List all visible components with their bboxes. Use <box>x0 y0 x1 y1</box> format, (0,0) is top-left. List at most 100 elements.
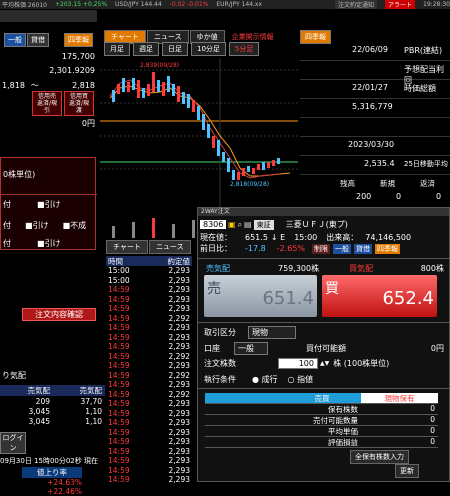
ticker-item: 平均株価 26010 <box>2 2 47 9</box>
col-header: 返済 <box>420 179 435 188</box>
range-high: 2,818 <box>72 81 95 90</box>
tick-row: 14:59 2,293 <box>106 361 192 371</box>
tick-time: 14:59 <box>108 294 130 304</box>
credit-buy-button[interactable]: 信用買 返済/現渡 <box>64 91 94 116</box>
tick-time: 14:59 <box>108 399 130 408</box>
login-button[interactable]: ログイン <box>0 432 26 454</box>
qty-stepper[interactable]: ▲▼ <box>320 360 329 367</box>
all-holdings-button[interactable]: 全保有株数入力 <box>350 450 409 464</box>
daily-button[interactable]: 日足 <box>162 42 188 56</box>
confirm-order-button[interactable]: 注文内容確認 <box>22 308 96 321</box>
info-date: 22/01/27 <box>352 83 388 92</box>
tick-price: 2,293 <box>168 465 190 475</box>
tick-price: 2,293 <box>168 475 190 484</box>
volume-value: 74,146,500 <box>365 233 412 242</box>
tag-shikiho[interactable]: 四季報 <box>375 243 401 254</box>
buy-button[interactable]: 買 652.4 <box>322 275 437 317</box>
radio-market[interactable]: ● 成行 <box>252 374 278 385</box>
market-select[interactable]: 東証 <box>253 219 274 230</box>
tick-row: 14:59 2,292 <box>106 314 192 324</box>
radio-label[interactable]: 付 <box>3 199 11 210</box>
radio-limit[interactable]: ○ 指値 <box>288 374 314 385</box>
tab-ippan[interactable]: 一般 <box>4 33 26 47</box>
tick-row: 14:59 2,292 <box>106 390 192 400</box>
tick-price: 2,293 <box>168 323 190 332</box>
account-select[interactable]: 現物 <box>248 326 296 339</box>
tab-taishaku[interactable]: 貸借 <box>27 33 49 47</box>
tick-row: 14:59 2,293 <box>106 456 192 466</box>
range-low: 1,818 <box>2 81 25 90</box>
tick-price: 2,292 <box>168 389 190 399</box>
radio-label[interactable]: ■引け <box>25 220 49 231</box>
shikiho-button[interactable]: 四季報 <box>64 33 93 47</box>
sell-qty: 759,300株 <box>278 264 320 273</box>
tick-time: 14:59 <box>108 418 130 427</box>
value1: 175,700 <box>61 52 95 61</box>
10min-button[interactable]: 10分足 <box>191 42 226 56</box>
tick-row: 14:59 2,293 <box>106 428 192 438</box>
monthly-button[interactable]: 月足 <box>104 42 130 56</box>
tick-list: チャート ニュース 時間 約定値 15:00 2,293 15:00 2,293 14:… <box>106 240 192 485</box>
update-button[interactable]: 更新 <box>395 464 419 478</box>
change-value: -17.8 <box>245 244 266 253</box>
credit-sell-button[interactable]: 信用売 返済/現引 <box>32 91 62 116</box>
tick-row: 14:59 2,293 <box>106 437 192 447</box>
radio-label[interactable]: 付 <box>3 220 11 231</box>
tick-time: 14:59 <box>108 342 130 351</box>
unit-label: 0株単位) <box>3 170 36 179</box>
tick-row: 15:00 2,293 <box>106 276 192 286</box>
high-label: 2,839(09/28) <box>140 62 179 69</box>
tick-price: 2,293 <box>168 380 190 389</box>
holdings-row: 保有株数 0 <box>205 404 438 415</box>
change-label: 前日比： <box>200 244 232 253</box>
ticker-item: USD/JPY 144.44 <box>115 1 162 8</box>
info-date: 2023/03/30 <box>348 140 395 149</box>
radio-label[interactable]: ■引け <box>37 199 61 210</box>
tick-time: 14:59 <box>108 380 130 389</box>
info-label: PBR(連結) <box>404 46 443 55</box>
weekly-button[interactable]: 週足 <box>133 42 159 56</box>
holdings-header: 売買 現物保有 <box>205 393 438 404</box>
holdings-row: 平均単価 0 <box>205 426 438 437</box>
tick-row: 14:59 2,293 <box>106 475 192 485</box>
col-header: 現物保有 <box>361 393 438 404</box>
sell-char: 売 <box>207 281 221 297</box>
radio-label[interactable]: 付 <box>3 238 11 249</box>
timestamp: 09月30日 15時00分02秒 現在 <box>0 457 98 465</box>
kouza-select[interactable]: 一般 <box>234 342 268 355</box>
print-icon[interactable]: ▤ <box>244 220 252 229</box>
tick-row: 14:59 2,292 <box>106 371 192 381</box>
sell-button[interactable]: 売 651.4 <box>204 275 317 317</box>
tick-row: 14:59 2,293 <box>106 418 192 428</box>
board-cell: 1,10 <box>85 406 102 416</box>
zero-yen: 0円 <box>81 119 95 128</box>
tick-row: 14:59 2,293 <box>106 409 192 419</box>
col-header-price: 約定値 <box>167 256 191 266</box>
tick-row: 14:59 2,293 <box>106 399 192 409</box>
col-header: 売買 <box>283 393 361 404</box>
board-title: り気配 <box>2 371 26 380</box>
sell-price: 651.4 <box>262 288 314 309</box>
tick-row: 14:59 2,293 <box>106 295 192 305</box>
tab-chart-2[interactable]: チャート <box>106 240 148 254</box>
row-value: 0 <box>361 437 438 448</box>
order-notice-button[interactable]: 注文約定通知 <box>335 0 378 9</box>
radio-label[interactable]: ■引け <box>37 238 61 249</box>
board-cell: 3,045 <box>28 406 50 416</box>
holdings-row: 評価損益 0 <box>205 437 438 448</box>
search-icon[interactable]: ⌕ <box>238 220 242 230</box>
code-input[interactable]: 8306 <box>200 220 226 229</box>
info-label: 時価総額 <box>404 84 436 93</box>
tick-price: 2,293 <box>168 427 190 437</box>
tick-time: 14:59 <box>108 304 130 313</box>
tick-time: 14:59 <box>108 465 130 475</box>
tab-news-2[interactable]: ニュース <box>148 240 191 254</box>
tick-price: 2,293 <box>168 446 190 456</box>
alert-button[interactable]: アラート <box>385 0 416 9</box>
5min-button[interactable]: 5分足 <box>228 42 260 56</box>
radio-label[interactable]: ■不成 <box>63 220 87 231</box>
folder-icon[interactable]: ▣ <box>228 220 236 229</box>
tick-time: 14:59 <box>108 361 130 370</box>
qty-input[interactable]: 100 <box>278 358 318 369</box>
tick-time: 14:59 <box>108 456 130 465</box>
